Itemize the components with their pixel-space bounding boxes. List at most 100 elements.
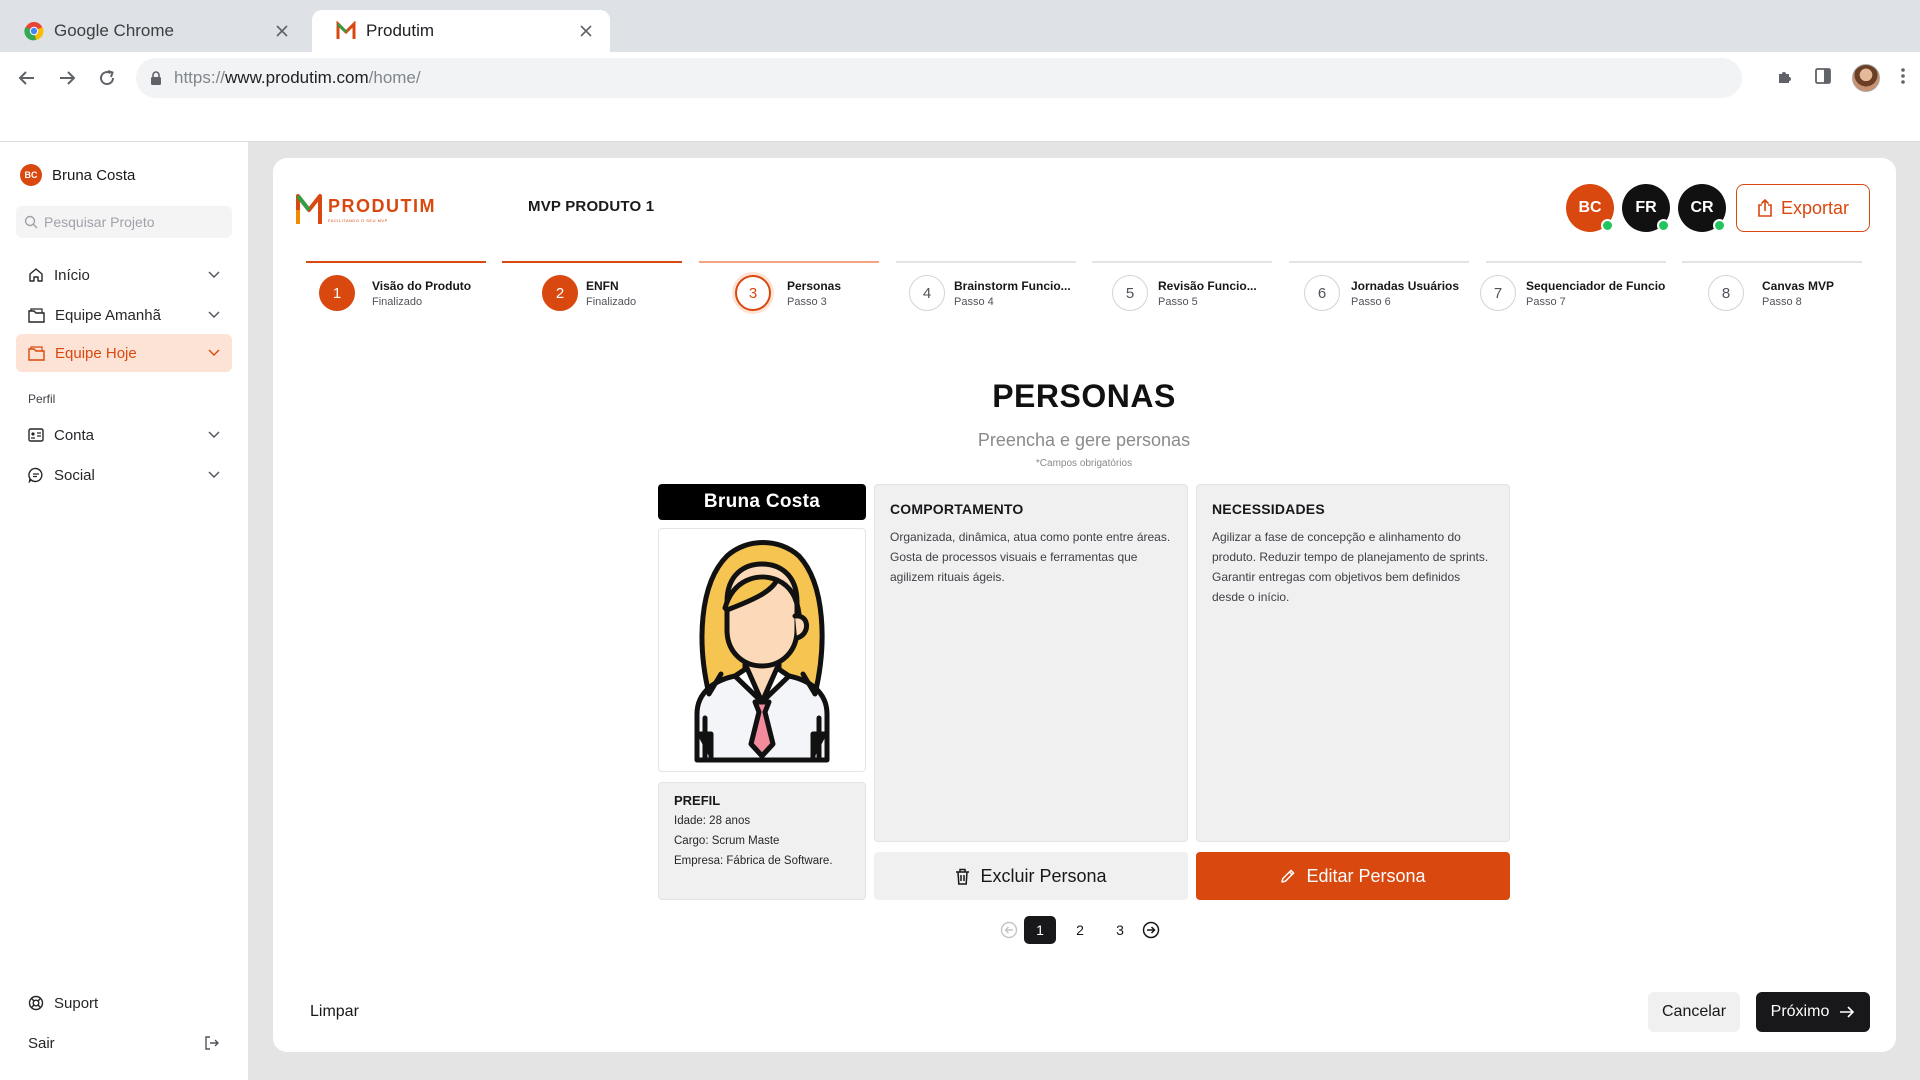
sidebar-item-label: Equipe Amanhã <box>55 306 161 324</box>
step-number: 1 <box>319 275 355 311</box>
avatar[interactable]: BC <box>1566 184 1614 232</box>
step-number: 2 <box>542 275 578 311</box>
tab-title: Google Chrome <box>54 21 175 40</box>
forward-arrow-icon[interactable] <box>54 65 80 91</box>
browser-tab-produtim[interactable]: Produtim <box>312 10 610 52</box>
folder-icon <box>28 345 45 361</box>
profile-heading: PREFIL <box>674 793 721 808</box>
step-7[interactable]: 7 Sequenciador de Funcio... Passo 7 <box>1480 261 1666 321</box>
search-input[interactable] <box>44 214 224 230</box>
page-title: PERSONAS <box>992 378 1176 414</box>
avatar-initials: CR <box>1690 199 1714 216</box>
persona-avatar-image <box>658 528 866 772</box>
project-title: MVP PRODUTO 1 <box>528 198 655 215</box>
trash-icon <box>956 868 970 885</box>
step-status: Passo 3 <box>787 296 827 308</box>
step-number: 6 <box>1304 275 1340 311</box>
step-number: 5 <box>1112 275 1148 311</box>
sidebar-item-support[interactable]: Suport <box>16 985 232 1021</box>
produtim-logo-icon <box>336 21 356 39</box>
step-title: Sequenciador de Funcio... <box>1526 279 1666 293</box>
browser-profile-avatar[interactable] <box>1852 64 1880 92</box>
delete-label: Excluir Persona <box>980 865 1107 886</box>
behavior-box: COMPORTAMENTO Organizada, dinâmica, atua… <box>874 484 1188 842</box>
close-icon[interactable] <box>272 21 292 41</box>
reload-icon[interactable] <box>94 65 120 91</box>
logout-icon <box>205 1036 219 1050</box>
persona-profile-box: PREFIL Idade: 28 anos Cargo: Scrum Maste… <box>658 782 866 900</box>
sidebar-item-inicio[interactable]: Início <box>16 256 232 294</box>
produtim-logo[interactable]: PRODUTIM FACILITANDO O SEU MVP <box>296 192 436 226</box>
back-arrow-icon[interactable] <box>14 65 40 91</box>
step-8[interactable]: 8 Canvas MVP Passo 8 <box>1682 261 1862 321</box>
sidebar-item-social[interactable]: Social <box>16 456 232 494</box>
avatar[interactable]: CR <box>1678 184 1726 232</box>
next-label: Próximo <box>1770 1003 1830 1020</box>
step-title: Canvas MVP <box>1762 279 1835 293</box>
arrow-right-icon <box>1840 1006 1855 1018</box>
prev-page-icon[interactable] <box>998 919 1020 941</box>
step-title: ENFN <box>586 279 619 293</box>
browser-tabstrip: Google Chrome Produtim <box>0 0 1920 52</box>
step-title: Jornadas Usuários <box>1351 279 1460 293</box>
behavior-text: Organizada, dinâmica, atua como ponte en… <box>890 530 1171 584</box>
chevron-down-icon <box>208 349 220 356</box>
step-number: 7 <box>1480 275 1516 311</box>
address-bar[interactable]: https://www.produtim.com/home/ <box>136 58 1742 98</box>
side-panel-icon[interactable] <box>1814 67 1832 90</box>
sidebar-item-label: Social <box>54 466 95 484</box>
step-4[interactable]: 4 Brainstorm Funcio... Passo 4 <box>896 261 1076 321</box>
page-1[interactable]: 1 <box>1024 916 1056 944</box>
bookmarks-bar-area <box>0 104 1920 142</box>
avatar-initials: FR <box>1635 199 1657 216</box>
browser-tab-chrome[interactable]: Google Chrome <box>0 10 306 52</box>
extensions-icon[interactable] <box>1776 67 1794 90</box>
edit-persona-button[interactable]: Editar Persona <box>1196 852 1510 900</box>
next-page-icon[interactable] <box>1140 919 1162 941</box>
step-2[interactable]: 2 ENFN Finalizado <box>502 261 682 321</box>
close-icon[interactable] <box>576 21 596 41</box>
persona-name: Bruna Costa <box>658 484 866 520</box>
profile-company: Empresa: Fábrica de Software. <box>674 855 833 867</box>
step-3[interactable]: 3 Personas Passo 3 <box>699 261 879 321</box>
page-2[interactable]: 2 <box>1064 916 1096 944</box>
step-6[interactable]: 6 Jornadas Usuários Passo 6 <box>1289 261 1469 321</box>
sidebar-user[interactable]: BC Bruna Costa <box>20 164 135 186</box>
next-button[interactable]: Próximo <box>1756 992 1870 1032</box>
sidebar-item-equipe-amanha[interactable]: Equipe Amanhã <box>16 296 232 334</box>
url-scheme: https:// <box>174 68 226 87</box>
clear-button[interactable]: Limpar <box>296 992 373 1032</box>
url-host: www.produtim.com <box>225 68 369 87</box>
needs-text: Agilizar a fase de concepção e alinhamen… <box>1212 530 1489 604</box>
user-name: Bruna Costa <box>52 166 136 184</box>
export-button[interactable]: Exportar <box>1736 184 1870 232</box>
cancel-button[interactable]: Cancelar <box>1648 992 1740 1032</box>
edit-label: Editar Persona <box>1306 865 1426 886</box>
avatar[interactable]: FR <box>1622 184 1670 232</box>
step-5[interactable]: 5 Revisão Funcio... Passo 5 <box>1092 261 1272 321</box>
online-indicator <box>1601 219 1614 232</box>
page-3[interactable]: 3 <box>1104 916 1136 944</box>
step-number: 3 <box>735 275 771 311</box>
sidebar-section-label: Perfil <box>28 392 56 406</box>
sidebar-item-equipe-hoje[interactable]: Equipe Hoje <box>16 334 232 372</box>
online-indicator <box>1657 219 1670 232</box>
share-upload-icon <box>1758 199 1772 217</box>
sidebar-item-label: Conta <box>54 426 95 444</box>
profile-role: Cargo: Scrum Maste <box>674 835 780 847</box>
logo-name: PRODUTIM <box>328 196 436 216</box>
step-1[interactable]: 1 Visão do Produto Finalizado <box>306 261 486 321</box>
sidebar-item-logout[interactable]: Sair <box>16 1025 232 1061</box>
page-subtitle: Preencha e gere personas <box>977 430 1191 450</box>
needs-box: NECESSIDADES Agilizar a fase de concepçã… <box>1196 484 1510 842</box>
needs-heading: NECESSIDADES <box>1212 501 1325 517</box>
step-title: Visão do Produto <box>372 279 472 293</box>
browser-toolbar: https://www.produtim.com/home/ <box>0 52 1920 104</box>
sidebar-item-conta[interactable]: Conta <box>16 416 232 454</box>
avatar-initials: BC <box>1578 199 1602 216</box>
sidebar-item-label: Sair <box>28 1034 55 1052</box>
kebab-menu-icon[interactable] <box>1900 67 1906 90</box>
id-card-icon <box>28 428 44 442</box>
pencil-icon <box>1281 869 1295 883</box>
delete-persona-button[interactable]: Excluir Persona <box>874 852 1188 900</box>
